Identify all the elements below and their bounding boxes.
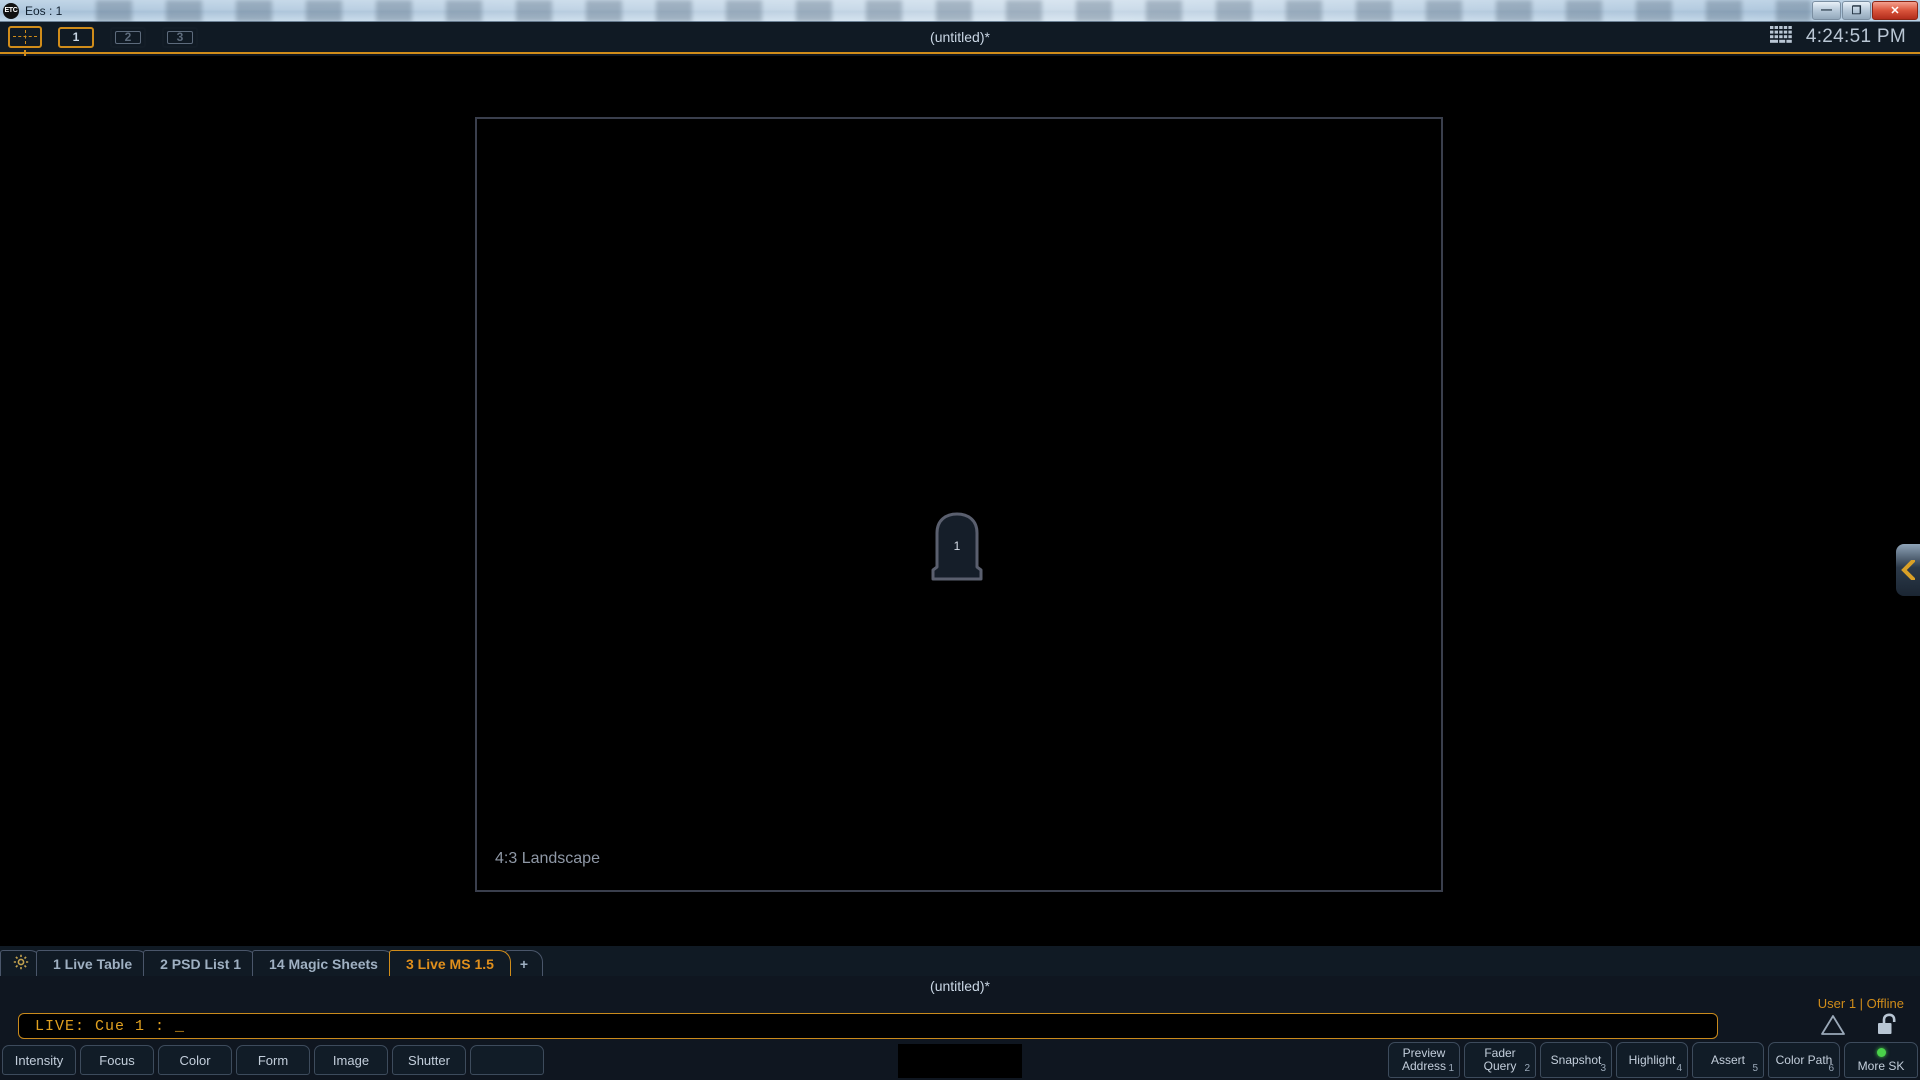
magic-sheet-canvas[interactable]: 4:3 Landscape 1 (0, 56, 1920, 946)
softkey-preview-address-index: 1 (1448, 1063, 1454, 1074)
softkey-color-label: Color (179, 1052, 211, 1068)
softkey-form-label: Form (257, 1052, 289, 1068)
chevron-left-icon[interactable] (1896, 544, 1920, 596)
show-file-title: (untitled)* (930, 29, 990, 45)
frame-tab-bar: 1 Live Table 2 PSD List 1 14 Magic Sheet… (0, 946, 1920, 976)
softkey-highlight[interactable]: Highlight 4 (1616, 1042, 1688, 1078)
gear-icon (13, 954, 29, 973)
softkey-color[interactable]: Color (158, 1045, 232, 1075)
os-title-bar: ETC Eos : 1 — ❐ ✕ (0, 0, 1920, 22)
softkey-highlight-label: Highlight (1628, 1052, 1676, 1067)
document-title: (untitled)* (930, 978, 990, 994)
magic-sheet-fixture-1[interactable]: 1 (928, 511, 986, 583)
restore-button[interactable]: ❐ (1842, 0, 1871, 20)
category-softkey-row: Intensity Focus Color Form Image Shutter (2, 1045, 544, 1075)
softkey-more-sk-label: More SK (1857, 1058, 1905, 1073)
softkey-image[interactable]: Image (314, 1045, 388, 1075)
softkey-fader-query-index: 2 (1524, 1063, 1530, 1074)
warning-triangle-icon[interactable] (1820, 1013, 1846, 1042)
function-softkey-row: Preview Address 1 Fader Query 2 Snapshot… (1388, 1042, 1918, 1078)
more-sk-led-icon (1876, 1047, 1886, 1057)
tab-live-ms-1-5[interactable]: 3 Live MS 1.5 (388, 950, 511, 976)
tab-magic-sheets-label: 14 Magic Sheets (269, 955, 378, 972)
softkey-focus-label: Focus (99, 1052, 135, 1068)
softkey-snapshot-label: Snapshot (1550, 1052, 1602, 1067)
tab-live-table-label: 1 Live Table (53, 955, 133, 972)
softkey-intensity[interactable]: Intensity (2, 1045, 76, 1075)
close-button[interactable]: ✕ (1872, 0, 1918, 20)
softkey-image-label: Image (332, 1052, 370, 1068)
tab-magic-sheets[interactable]: 14 Magic Sheets (252, 950, 395, 976)
virtual-keyboard-icon[interactable] (1769, 25, 1792, 49)
monitor-tab-1-label: 1 (72, 30, 80, 44)
softkey-snapshot-index: 3 (1600, 1063, 1606, 1074)
etc-app-icon: ETC (3, 2, 19, 19)
softkey-highlight-index: 4 (1676, 1063, 1682, 1074)
softkey-assert-label: Assert (1710, 1052, 1745, 1067)
softkey-fader-query[interactable]: Fader Query 2 (1464, 1042, 1536, 1078)
command-line-input[interactable]: LIVE: Cue 1 : _ (18, 1013, 1718, 1039)
softkey-focus[interactable]: Focus (80, 1045, 154, 1075)
softkey-color-path-label: Color Path (1775, 1052, 1833, 1067)
status-icon-group (1820, 1013, 1902, 1042)
workspace-selector: 1 2 3 (0, 26, 198, 56)
softkey-assert[interactable]: Assert 5 (1692, 1042, 1764, 1078)
eos-header-bar: 1 2 3 (untitled)* 4:24:51 PM (0, 22, 1920, 56)
monitor-tab-1[interactable]: 1 (58, 26, 94, 48)
softkey-preview-address-line2: Address (1401, 1059, 1447, 1073)
monitor-tab-2-label: 2 (115, 30, 141, 44)
tab-live-ms-1-5-label: 3 Live MS 1.5 (405, 955, 494, 972)
tab-live-table[interactable]: 1 Live Table (36, 950, 150, 976)
softkey-color-path-index: 6 (1828, 1063, 1834, 1074)
softkey-form[interactable]: Form (236, 1045, 310, 1075)
magic-sheet-frame: 4:3 Landscape (475, 117, 1443, 892)
user-status-text: User 1 | Offline (1817, 996, 1904, 1011)
system-clock: 4:24:51 PM (1805, 26, 1906, 47)
os-title-bar-background (62, 0, 1811, 22)
tab-psd-list-1-label: 2 PSD List 1 (160, 955, 242, 972)
header-right-group: 4:24:51 PM (1769, 25, 1920, 49)
softkey-shutter[interactable]: Shutter (392, 1045, 466, 1075)
softkey-preview-address[interactable]: Preview Address 1 (1388, 1042, 1460, 1078)
softkey-fader-query-line2: Query (1483, 1059, 1517, 1073)
monitor-tab-2[interactable]: 2 (110, 26, 146, 48)
aspect-ratio-label: 4:3 Landscape (495, 850, 600, 867)
softkey-snapshot[interactable]: Snapshot 3 (1540, 1042, 1612, 1078)
monitor-tab-3[interactable]: 3 (162, 26, 198, 48)
eos-application-window: ETC Eos : 1 — ❐ ✕ 1 2 3 (untitled)* 4:24… (0, 0, 1920, 1080)
softkey-blank[interactable] (470, 1045, 544, 1075)
softkey-intensity-label: Intensity (14, 1052, 64, 1068)
fixture-channel-number: 1 (953, 539, 961, 553)
os-window-controls: — ❐ ✕ (1811, 0, 1918, 21)
softkey-assert-index: 5 (1752, 1063, 1758, 1074)
display-layout-icon[interactable] (8, 26, 42, 56)
softkey-color-path[interactable]: Color Path 6 (1768, 1042, 1840, 1078)
monitor-tab-3-label: 3 (167, 30, 193, 44)
unlocked-padlock-icon[interactable] (1876, 1013, 1902, 1042)
softkey-shutter-label: Shutter (408, 1052, 450, 1068)
minimize-button[interactable]: — (1812, 0, 1841, 20)
softkey-more-sk[interactable]: More SK (1844, 1042, 1918, 1078)
os-window-title: Eos : 1 (25, 3, 63, 18)
tab-psd-list-1[interactable]: 2 PSD List 1 (143, 950, 259, 976)
add-tab-label: + (519, 955, 529, 972)
parameter-display-placeholder (898, 1044, 1022, 1078)
